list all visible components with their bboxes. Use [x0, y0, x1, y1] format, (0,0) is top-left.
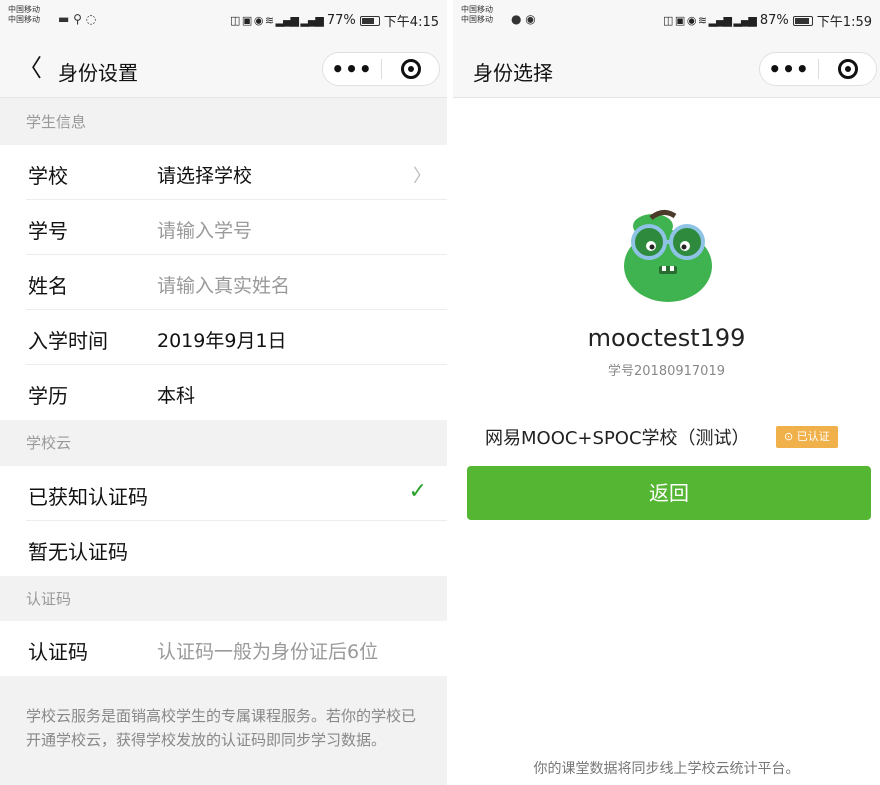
- enroll-date-value: 2019年9月1日: [157, 330, 287, 352]
- degree-value: 本科: [157, 385, 196, 407]
- degree-row[interactable]: 学历 本科: [0, 365, 447, 420]
- page-title: 身份选择: [473, 61, 553, 85]
- no-auth-code-label: 暂无认证码: [28, 540, 128, 564]
- section-auth-code: 认证码: [26, 590, 72, 608]
- avatar: [624, 210, 712, 302]
- nav-bar: 〈 身份设置 •••: [0, 40, 447, 98]
- target-icon: [400, 59, 421, 79]
- more-icon[interactable]: •••: [323, 59, 381, 79]
- school-value: 请选择学校: [157, 165, 253, 187]
- mini-program-capsule: •••: [322, 52, 440, 86]
- name-row: 姓名 请输入真实姓名: [0, 255, 447, 310]
- clock: 下午4:15: [383, 15, 439, 30]
- more-icon[interactable]: •••: [760, 59, 818, 79]
- enroll-date-label: 入学时间: [28, 329, 108, 353]
- mini-program-capsule: •••: [759, 52, 877, 86]
- student-no-input[interactable]: 请输入学号: [157, 216, 252, 243]
- student-number: 学号20180917019: [608, 364, 725, 379]
- auth-code-row: 认证码 认证码一般为身份证后6位: [0, 621, 447, 676]
- username: mooctest199: [587, 324, 746, 352]
- school-row[interactable]: 学校 请选择学校 〉: [0, 145, 447, 200]
- status-right: ◫ ▣ ◉ ≋ ▂▄▆ ▂▄▆ 77% 下午4:15: [230, 11, 439, 30]
- school-label: 学校: [28, 164, 68, 188]
- page-title: 身份设置: [58, 61, 138, 85]
- status-bar: 中国移动 中国移动 ▬ ⚲ ◌ ◫ ▣ ◉ ≋ ▂▄▆ ▂▄▆ 77% 下午4:…: [0, 0, 447, 40]
- check-icon: ✓: [408, 479, 427, 504]
- verified-badge: ⊙ 已认证: [776, 426, 838, 448]
- battery-percent: 77%: [326, 13, 356, 28]
- section-student-info: 学生信息: [26, 113, 87, 131]
- return-button[interactable]: 返回: [467, 466, 871, 520]
- shield-check-icon: ⊙: [784, 430, 797, 443]
- back-icon[interactable]: 〈: [18, 54, 42, 82]
- student-no-row: 学号 请输入学号: [0, 200, 447, 255]
- battery-percent: 87%: [759, 13, 789, 28]
- close-mini-program-button[interactable]: [819, 59, 876, 79]
- nav-bar: 身份选择 •••: [453, 40, 880, 98]
- carrier-label: 中国移动 中国移动: [461, 5, 493, 24]
- battery-icon: [359, 15, 380, 26]
- name-label: 姓名: [28, 274, 68, 298]
- school-cloud-footnote: 学校云服务是面销高校学生的专属课程服务。若你的学校已开通学校云，获得学校发放的认…: [26, 707, 417, 749]
- has-auth-code-option[interactable]: 已获知认证码 ✓: [0, 466, 447, 521]
- school-name: 网易MOOC+SPOC学校（测试）: [485, 428, 750, 449]
- battery-icon: [792, 15, 813, 26]
- sync-notice: 你的课堂数据将同步线上学校云统计平台。: [533, 761, 800, 777]
- student-no-label: 学号: [28, 219, 68, 243]
- status-bar: 中国移动 中国移动 ● ◉ ◫ ▣ ◉ ≋ ▂▄▆ ▂▄▆ 87% 下午1:59: [453, 0, 880, 40]
- close-mini-program-button[interactable]: [382, 59, 439, 79]
- target-icon: [837, 59, 858, 79]
- identity-settings-screen: 中国移动 中国移动 ▬ ⚲ ◌ ◫ ▣ ◉ ≋ ▂▄▆ ▂▄▆ 77% 下午4:…: [0, 0, 447, 785]
- name-input[interactable]: 请输入真实姓名: [157, 271, 290, 298]
- identity-select-screen: 中国移动 中国移动 ● ◉ ◫ ▣ ◉ ≋ ▂▄▆ ▂▄▆ 87% 下午1:59…: [453, 0, 880, 785]
- auth-code-label: 认证码: [28, 640, 88, 664]
- clock: 下午1:59: [816, 15, 872, 30]
- auth-code-input[interactable]: 认证码一般为身份证后6位: [157, 637, 378, 664]
- notification-icons: ▬ ⚲ ◌: [58, 12, 97, 26]
- degree-label: 学历: [28, 384, 68, 408]
- signal-icon: ◫ ▣ ◉ ≋ ▂▄▆ ▂▄▆: [663, 14, 757, 27]
- notification-icons: ● ◉: [511, 12, 536, 26]
- chevron-right-icon: 〉: [413, 166, 431, 187]
- status-right: ◫ ▣ ◉ ≋ ▂▄▆ ▂▄▆ 87% 下午1:59: [663, 11, 872, 30]
- enroll-date-row[interactable]: 入学时间 2019年9月1日: [0, 310, 447, 365]
- signal-icon: ◫ ▣ ◉ ≋ ▂▄▆ ▂▄▆: [230, 14, 324, 27]
- no-auth-code-option[interactable]: 暂无认证码: [0, 521, 447, 576]
- carrier-label: 中国移动 中国移动: [8, 5, 40, 24]
- has-auth-code-label: 已获知认证码: [28, 485, 148, 509]
- section-school-cloud: 学校云: [26, 434, 72, 452]
